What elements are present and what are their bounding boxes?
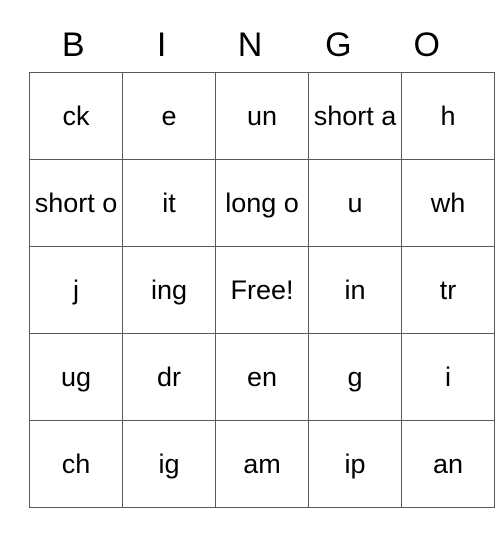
bingo-cell[interactable]: long o: [215, 159, 309, 247]
column-header-g: G: [325, 26, 352, 64]
bingo-cell[interactable]: ing: [122, 246, 216, 334]
bingo-grid: ck e un short a h short o it long o u wh…: [29, 72, 495, 508]
bingo-cell[interactable]: ig: [122, 420, 216, 508]
bingo-cell[interactable]: h: [401, 72, 495, 160]
header-row: B I N G O: [29, 18, 471, 72]
bingo-cell[interactable]: ug: [29, 333, 123, 421]
bingo-cell[interactable]: an: [401, 420, 495, 508]
bingo-cell[interactable]: en: [215, 333, 309, 421]
bingo-cell[interactable]: short o: [29, 159, 123, 247]
bingo-header-row: B I N G O: [29, 18, 471, 72]
bingo-cell[interactable]: wh: [401, 159, 495, 247]
table-row: ug dr en g i: [29, 333, 495, 421]
table-row: ch ig am ip an: [29, 420, 495, 508]
table-row: short o it long o u wh: [29, 159, 495, 247]
column-header-n: N: [237, 26, 263, 64]
bingo-cell[interactable]: ch: [29, 420, 123, 508]
bingo-cell[interactable]: j: [29, 246, 123, 334]
bingo-cell[interactable]: ip: [308, 420, 402, 508]
bingo-cell[interactable]: am: [215, 420, 309, 508]
table-row: j ing Free! in tr: [29, 246, 495, 334]
column-header-i: I: [156, 26, 167, 64]
table-row: ck e un short a h: [29, 72, 495, 160]
bingo-cell[interactable]: i: [401, 333, 495, 421]
bingo-cell[interactable]: dr: [122, 333, 216, 421]
bingo-cell[interactable]: in: [308, 246, 402, 334]
column-header-o: O: [413, 26, 440, 64]
bingo-card: B I N G O ck e un short a h short o it l…: [29, 18, 495, 508]
bingo-cell[interactable]: tr: [401, 246, 495, 334]
bingo-cell[interactable]: short a: [308, 72, 402, 160]
bingo-cell-free[interactable]: Free!: [215, 246, 309, 334]
bingo-cell[interactable]: it: [122, 159, 216, 247]
bingo-cell[interactable]: e: [122, 72, 216, 160]
bingo-cell[interactable]: g: [308, 333, 402, 421]
column-header-b: B: [61, 26, 85, 64]
bingo-cell[interactable]: u: [308, 159, 402, 247]
bingo-cell[interactable]: ck: [29, 72, 123, 160]
bingo-cell[interactable]: un: [215, 72, 309, 160]
